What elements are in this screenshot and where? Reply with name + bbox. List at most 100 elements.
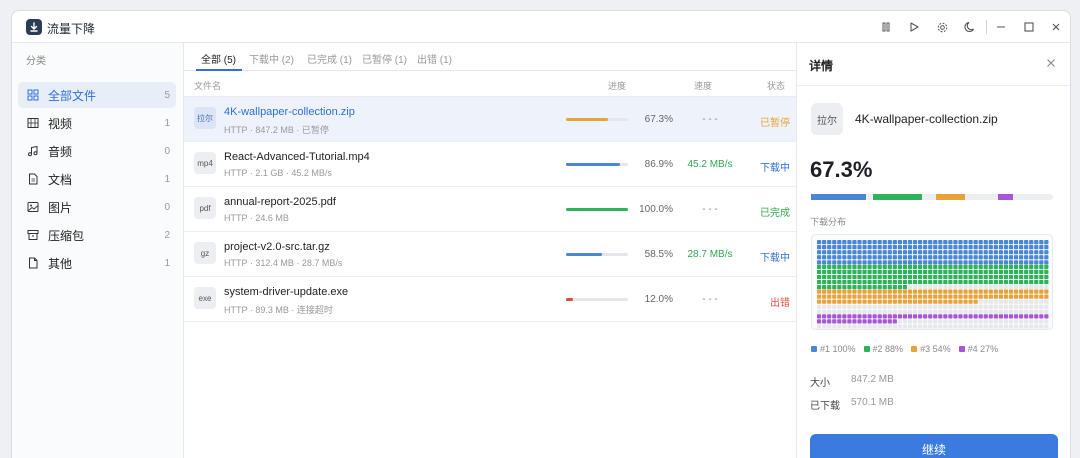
chunk-cell [872,324,877,329]
pause-all-icon[interactable] [878,19,894,35]
chunk-cell [882,284,887,290]
column-header-speed[interactable]: 速度 [694,79,712,92]
progress-percent: 67.3% [644,114,673,125]
chunk-cell [837,314,842,319]
chunk-cell [1039,284,1044,290]
close-detail-icon[interactable] [1044,56,1058,70]
chunk-cell [933,255,938,260]
chunk-cell [938,264,943,269]
chunk-cell [902,279,908,285]
chunk-cell [842,284,847,290]
chunk-cell [993,260,998,265]
column-header-progress[interactable]: 进度 [608,79,626,92]
chunk-cell [973,319,978,324]
continue-button[interactable]: 继续 [810,434,1058,458]
chunk-cell [918,274,923,280]
chunk-cell [892,245,897,250]
chunk-cell [918,284,923,290]
chunk-cell [827,284,832,290]
download-row[interactable]: gz project-v2.0-src.tar.gz HTTP · 312.4 MB… [184,232,796,277]
chunk-cell [973,240,978,245]
chunk-cell [907,279,913,285]
chunk-cell [948,279,953,285]
tab-all[interactable]: 全部 (5) [201,51,236,66]
download-row[interactable]: mp4 React-Advanced-Tutorial.mp4 HTTP · 2.1… [184,142,796,187]
chunk-cell [933,240,938,245]
tab-completed[interactable]: 已完成 (1) [307,51,352,66]
chunk-cell [998,245,1003,250]
chunk-cell [973,279,978,285]
tab-error[interactable]: 出错 (1) [417,51,452,66]
chunk-cell [958,245,963,250]
tab-paused[interactable]: 已暂停 (1) [362,51,407,66]
maximize-icon[interactable] [1021,19,1037,35]
chunk-cell [822,269,827,274]
sidebar-item-label: 其他 [48,256,73,271]
chunk-cell [1024,260,1029,265]
download-row[interactable]: exe system-driver-update.exe HTTP · 89.3 M… [184,277,796,322]
sidebar-item-documents[interactable]: 文档 1 [18,166,176,192]
tab-downloading[interactable]: 下载中 (2) [249,51,294,66]
progress-bar [566,163,628,166]
play-icon[interactable] [906,19,922,35]
chunk-cell [918,294,923,299]
chunk-cell [953,319,958,324]
chunk-cell [872,264,877,269]
chunk-cell [1008,264,1014,269]
chunk-cell [998,294,1003,299]
legend-label: #1 100% [820,344,856,354]
sidebar-item-all-files[interactable]: 全部文件 5 [18,82,176,108]
chunk-cell [953,309,958,314]
chunk-cell [1024,309,1029,314]
sidebar-item-video[interactable]: 视频 1 [18,110,176,136]
chunk-cell [862,314,867,319]
chunk-cell [978,255,983,260]
chunk-cell [998,279,1003,285]
chunk-cell [973,245,978,250]
sidebar-item-archives[interactable]: 压缩包 2 [18,222,176,248]
chunk-cell [817,309,822,314]
chunk-cell [827,269,832,274]
chunk-cell [1003,319,1009,324]
download-row[interactable]: 拉尔 4K-wallpaper-collection.zip HTTP · 847.… [184,97,796,142]
chunk-cell [857,240,862,245]
chunk-cell [842,309,847,314]
chunk-cell [1008,289,1014,294]
chunk-cell [872,279,877,285]
chunk-cell [998,260,1003,265]
chunk-cell [1019,314,1024,319]
chunk-cell [963,279,968,285]
gear-icon[interactable] [934,19,950,35]
chunk-cell [907,304,913,309]
chunk-cell [973,250,978,255]
close-icon[interactable] [1048,19,1064,35]
chunk-cell [968,314,973,319]
chunk-cell [958,250,963,255]
chunk-cell [817,314,822,319]
download-speed: - - - [702,204,718,215]
chunk-cell [897,309,902,314]
sidebar-item-audio[interactable]: 音频 0 [18,138,176,164]
sidebar-item-images[interactable]: 图片 0 [18,194,176,220]
chunk-cell [993,289,998,294]
chunk-cell [953,299,958,304]
progress-bar [566,208,628,211]
sidebar-item-other[interactable]: 其他 1 [18,250,176,276]
legend-label: #4 27% [967,344,999,354]
chunk-cell [938,240,943,245]
minimize-icon[interactable] [993,19,1009,35]
chunk-cell [923,240,928,245]
chunk-cell [842,294,847,299]
chunk-cell [857,314,862,319]
column-header-status[interactable]: 状态 [767,79,785,92]
column-header-name[interactable]: 文件名 [194,79,221,92]
chunk-cell [1024,245,1029,250]
chunk-cell [897,279,902,285]
moon-icon[interactable] [962,19,978,35]
chunk-cell [1003,260,1009,265]
download-speed: 45.2 MB/s [687,159,733,170]
chunk-cell [938,245,943,250]
chunk-cell [837,324,842,329]
download-row[interactable]: pdf annual-report-2025.pdf HTTP · 24.6 MB 1… [184,187,796,232]
chunk-cell [983,324,988,329]
